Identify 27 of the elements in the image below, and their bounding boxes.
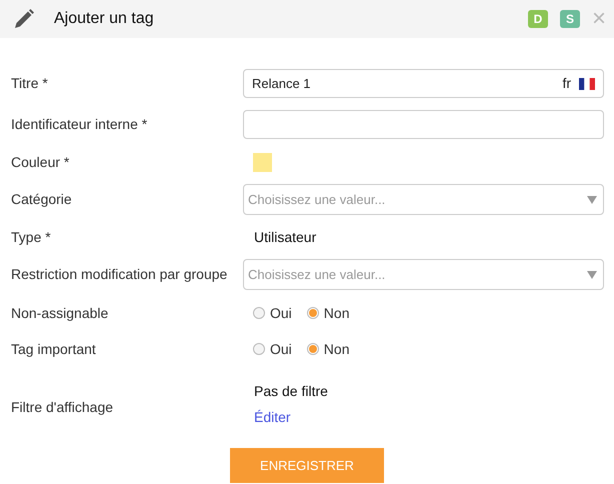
field-label: Couleur *: [11, 152, 70, 172]
field-label: Identificateur interne *: [11, 115, 148, 134]
field-value: Pas de filtre: [254, 382, 328, 401]
dropdown-arrow-icon: [587, 270, 597, 278]
badge: S: [560, 10, 580, 28]
radio-option[interactable]: Non: [306, 338, 350, 360]
text-field[interactable]: [243, 110, 604, 139]
field-label: Titre *: [11, 74, 49, 93]
radio-option[interactable]: Oui: [253, 338, 292, 360]
badge: D: [528, 10, 548, 28]
field-label: Filtre d'affichage: [11, 398, 114, 417]
radio-option[interactable]: Oui: [253, 302, 292, 324]
text-field[interactable]: Relance 1 fr: [243, 69, 604, 98]
field-label: Tag important: [11, 340, 97, 359]
radio-option[interactable]: Non: [306, 302, 350, 324]
dialog-title: Ajouter un tag: [54, 9, 154, 29]
field-label: Catégorie: [11, 190, 73, 209]
field-label: Restriction modification par groupe: [11, 265, 228, 284]
field-label: Type *: [11, 228, 52, 247]
language-code: fr: [562, 74, 571, 93]
field-label: Non-assignable: [11, 304, 110, 323]
dropdown-arrow-icon: [587, 196, 597, 204]
color-swatch[interactable]: [253, 152, 272, 172]
field-value: Utilisateur: [254, 228, 316, 246]
edit-link[interactable]: Éditer: [254, 407, 291, 428]
pencil-icon: [12, 7, 36, 31]
flag-icon: [579, 78, 595, 90]
